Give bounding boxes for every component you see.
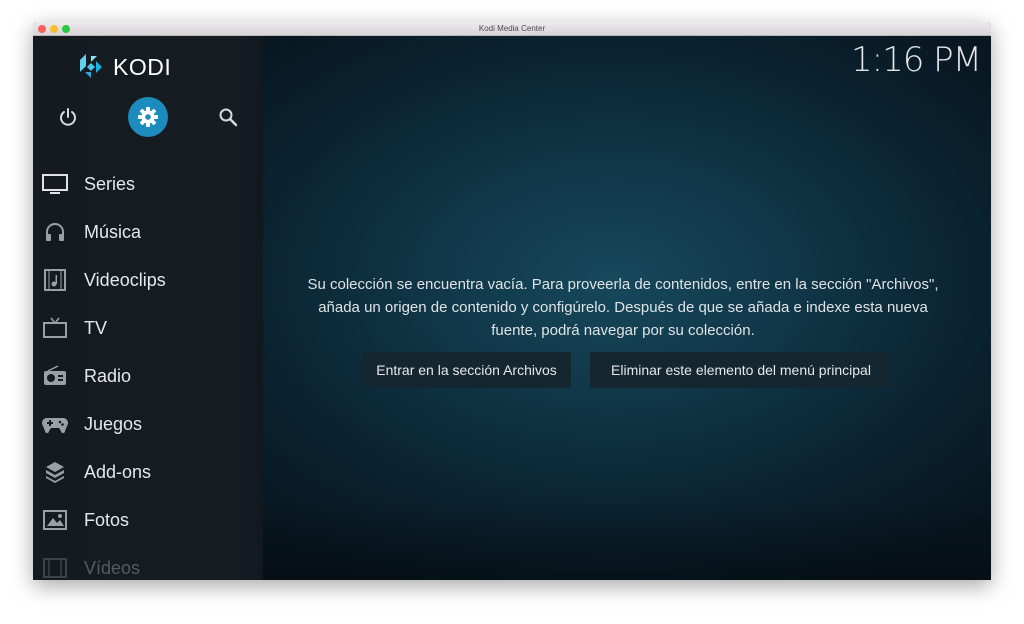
search-button[interactable] (208, 97, 248, 137)
sidebar-item-addons[interactable]: Add-ons (33, 448, 263, 496)
window-titlebar[interactable]: Kodi Media Center (33, 22, 991, 36)
power-icon (60, 108, 76, 126)
sidebar-item-label: TV (84, 317, 108, 338)
tv-series-icon (41, 172, 69, 196)
settings-icon (138, 107, 158, 127)
sidebar-item-label: Add-ons (84, 461, 152, 482)
sidebar-item-label: Vídeos (84, 557, 141, 578)
sidebar-item-musica[interactable]: Música (33, 208, 263, 256)
sidebar-item-label: Juegos (84, 413, 143, 434)
kodi-logo[interactable]: KODI (77, 52, 171, 82)
power-button[interactable] (48, 97, 88, 137)
search-icon (219, 108, 238, 127)
headphones-icon (41, 220, 69, 244)
sidebar-item-label: Música (84, 221, 142, 242)
tv-icon (41, 316, 69, 340)
empty-library-message: Su colección se encuentra vacía. Para pr… (283, 273, 963, 342)
message-line: añada un origen de contenido y configúre… (318, 299, 928, 316)
sidebar-item-tv[interactable]: TV (33, 304, 263, 352)
sidebar: KODI Series Música Videoclips TV Radio J… (33, 36, 263, 580)
kodi-logo-icon (80, 54, 102, 78)
sidebar-item-label: Fotos (84, 509, 130, 530)
main-menu: Series Música Videoclips TV Radio Juegos… (33, 160, 263, 580)
sidebar-item-label: Videoclips (84, 269, 166, 290)
remove-menu-item-button[interactable]: Eliminar este elemento del menú principa… (590, 352, 892, 388)
sidebar-item-juegos[interactable]: Juegos (33, 400, 263, 448)
pictures-icon (41, 508, 69, 532)
music-video-icon (41, 268, 69, 292)
film-icon (41, 556, 69, 580)
radio-icon (41, 364, 69, 388)
sidebar-item-series[interactable]: Series (33, 160, 263, 208)
window-title: Kodi Media Center (478, 24, 546, 33)
sidebar-item-videoclips[interactable]: Videoclips (33, 256, 263, 304)
addons-box-icon (41, 460, 69, 484)
sidebar-item-videos[interactable]: Vídeos (33, 544, 263, 580)
main-content: 1:16 PM Su colección se encuentra vacía.… (263, 36, 991, 580)
sidebar-item-label: Series (84, 173, 136, 194)
sidebar-item-radio[interactable]: Radio (33, 352, 263, 400)
sidebar-item-fotos[interactable]: Fotos (33, 496, 263, 544)
clock: 1:16 PM (851, 40, 982, 80)
settings-button[interactable] (128, 97, 168, 137)
message-line: fuente, podrá navegar por su colección. (491, 322, 755, 339)
message-line: Su colección se encuentra vacía. Para pr… (307, 276, 939, 293)
logo-text: KODI (113, 53, 172, 80)
gamepad-icon (41, 412, 69, 436)
app-window: Kodi Media Center KODI Series Música Vid… (33, 22, 991, 580)
enter-files-section-button[interactable]: Entrar en la sección Archivos (362, 352, 571, 388)
sidebar-item-label: Radio (84, 365, 132, 386)
